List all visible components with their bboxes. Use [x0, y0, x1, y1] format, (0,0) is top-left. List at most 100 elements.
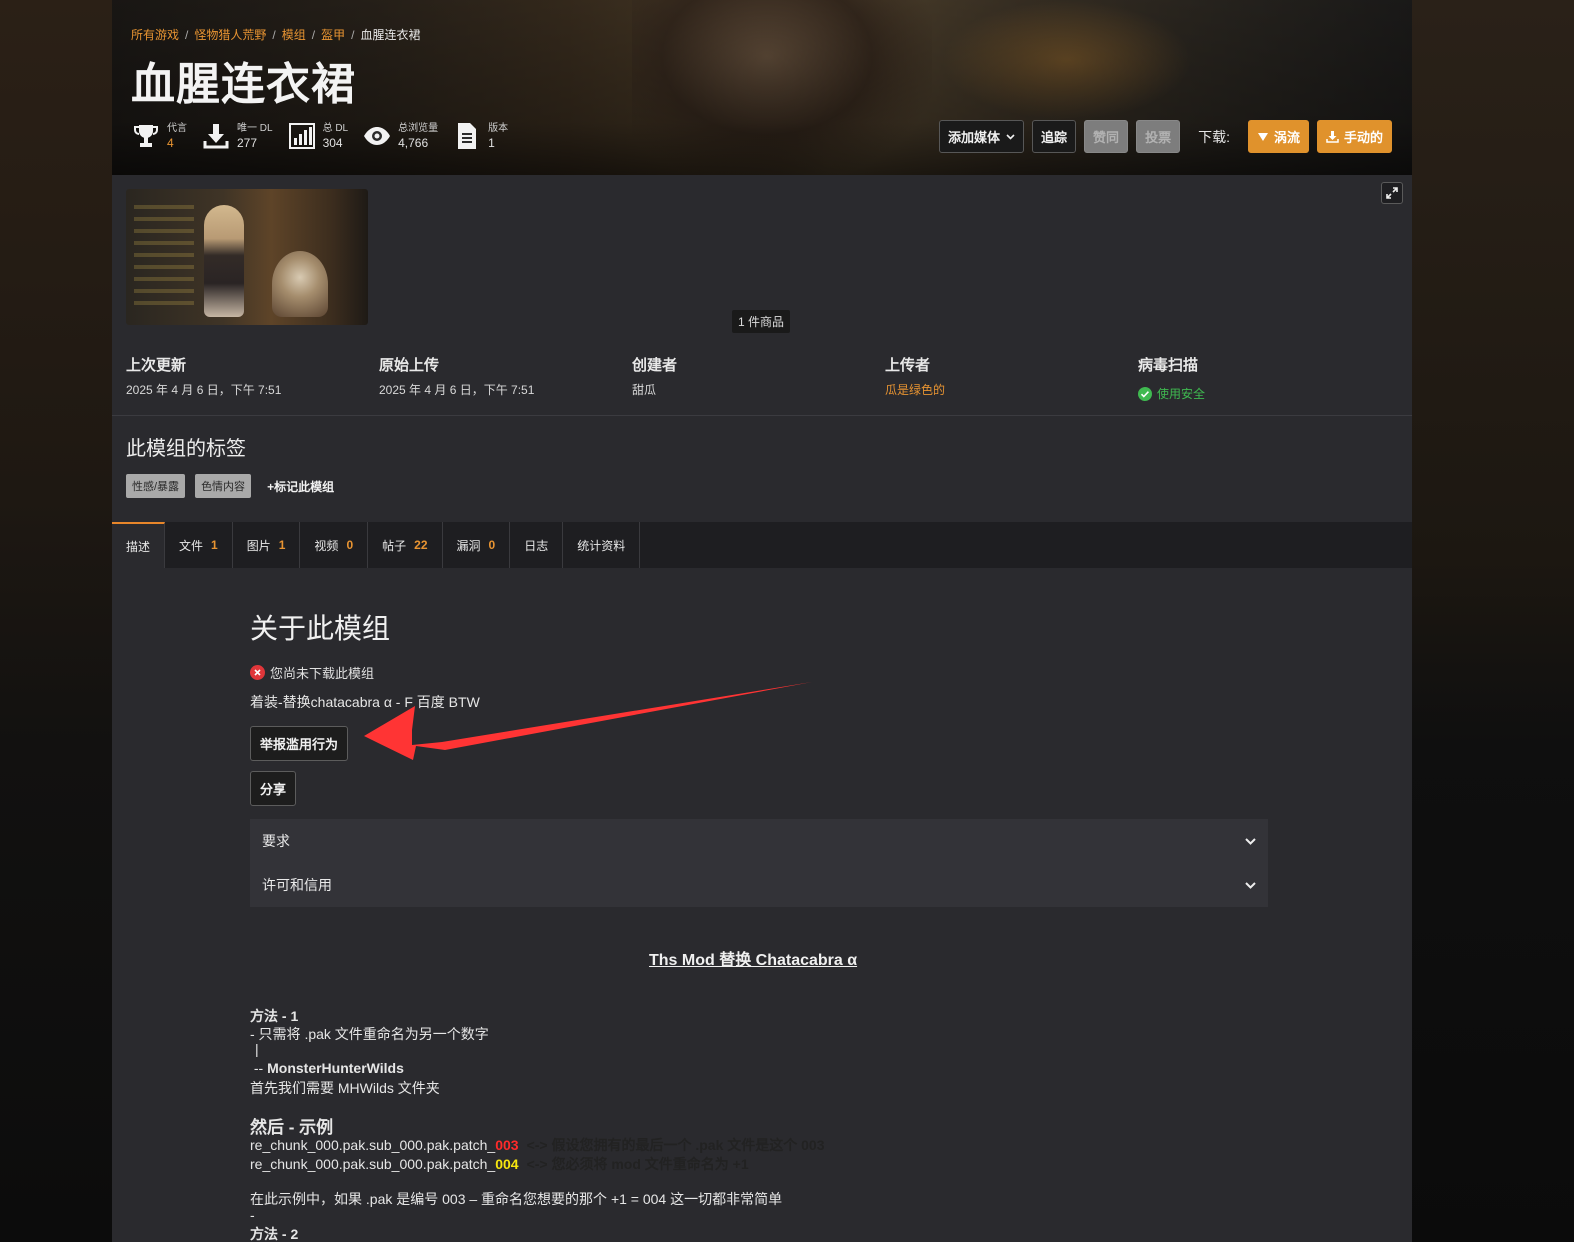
- meta-creator: 创建者 甜瓜: [632, 354, 677, 398]
- stat-value: 304: [322, 136, 343, 150]
- meta-uploader: 上传者 瓜是绿色的: [885, 354, 945, 398]
- trophy-icon: [131, 121, 161, 151]
- method1-line: - 只需将 .pak 文件重命名为另一个数字: [250, 1026, 489, 1042]
- breadcrumb-link-category[interactable]: 盔甲: [321, 28, 345, 42]
- tab-videos[interactable]: 视频 0: [300, 522, 369, 568]
- folder-instruction: 首先我们需要 MHWilds 文件夹: [250, 1080, 440, 1096]
- mod-summary: 着装-替换chatacabra α - F 百度 BTW: [250, 694, 480, 710]
- stat-label: 总 DL: [322, 123, 349, 134]
- meta-label: 上传者: [885, 357, 931, 374]
- page-background-right: [1412, 0, 1574, 1242]
- tab-count: 1: [211, 538, 218, 552]
- folder-line: -- MonsterHunterWilds: [250, 1060, 404, 1076]
- tab-description[interactable]: 描述: [112, 522, 166, 568]
- download-status: 您尚未下载此模组: [250, 663, 1270, 682]
- tab-files[interactable]: 文件 1: [165, 522, 233, 568]
- stat-total-views: 总浏览量 4,766: [362, 121, 438, 151]
- tab-count: 0: [346, 538, 354, 552]
- stat-value: 4,766: [398, 136, 429, 150]
- vortex-icon: [1257, 132, 1269, 142]
- description-heading: Ths Mod 替换 Chatacabra α: [649, 952, 858, 969]
- mod-tabs: 描述 文件 1 图片 1 视频 0 帖子 22 漏洞 0 日志 统计资料: [112, 522, 641, 568]
- stat-label: 版本: [488, 123, 509, 134]
- mod-actions: 添加媒体 追踪 赞同 投票 下载: 涡流 手动的: [931, 120, 1392, 153]
- about-title: 关于此模组: [250, 613, 391, 644]
- report-abuse-button[interactable]: 举报滥用行为: [250, 726, 349, 761]
- divider: [112, 415, 1412, 416]
- uploader-link[interactable]: 瓜是绿色的: [885, 381, 945, 398]
- manual-download-button[interactable]: 手动的: [1316, 120, 1392, 153]
- tag-list: 性感/暴露 色情内容 +标记此模组: [126, 474, 334, 498]
- tag-mod-button[interactable]: +标记此模组: [267, 478, 334, 495]
- check-circle-icon: [1138, 386, 1152, 401]
- tab-count: 22: [414, 538, 428, 552]
- tab-images[interactable]: 图片 1: [232, 522, 301, 568]
- stat-endorsements: 代言 4: [131, 121, 187, 151]
- tag-item[interactable]: 色情内容: [195, 474, 252, 498]
- chevron-down-icon: [1245, 837, 1256, 845]
- about-section: 关于此模组 您尚未下载此模组 着装-替换chatacabra α - F 百度 …: [250, 607, 1270, 806]
- bar-chart-icon: [287, 121, 317, 151]
- tab-bugs[interactable]: 漏洞 0: [442, 522, 511, 568]
- stat-total-downloads: 总 DL 304: [287, 121, 349, 151]
- stat-value: 277: [237, 136, 258, 150]
- example-line-1: re_chunk_000.pak.sub_000.pak.patch_003 <-…: [250, 1137, 825, 1153]
- stat-label: 代言: [167, 123, 187, 134]
- tags-title: 此模组的标签: [126, 438, 246, 460]
- meta-value: 甜瓜: [632, 383, 657, 397]
- example-line-2: re_chunk_000.pak.sub_000.pak.patch_004 <-…: [250, 1156, 749, 1172]
- pipe-char: |: [255, 1041, 259, 1057]
- chevron-down-icon: [1245, 881, 1256, 889]
- stat-label: 唯一 DL: [237, 123, 273, 134]
- breadcrumb-link-game[interactable]: 怪物猎人荒野: [194, 28, 266, 42]
- stat-value: 4: [167, 136, 174, 150]
- meta-value: 2025 年 4 月 6 日，下午 7:51: [126, 383, 282, 397]
- tab-logs[interactable]: 日志: [510, 522, 564, 568]
- expand-icon: [1386, 187, 1398, 199]
- method2-title: 方法 - 2: [250, 1226, 299, 1242]
- breadcrumb-link-all-games[interactable]: 所有游戏: [131, 28, 179, 42]
- vortex-download-button[interactable]: 涡流: [1247, 120, 1309, 153]
- vote-button[interactable]: 投票: [1136, 120, 1181, 153]
- tab-count: 1: [278, 538, 286, 552]
- track-button[interactable]: 追踪: [1032, 120, 1077, 153]
- expand-gallery-button[interactable]: [1381, 182, 1403, 204]
- meta-original-upload: 原始上传 2025 年 4 月 6 日，下午 7:51: [379, 354, 534, 398]
- breadcrumb-link-mods[interactable]: 模组: [282, 28, 306, 42]
- tab-stats[interactable]: 统计资料: [563, 522, 641, 568]
- tab-posts[interactable]: 帖子 22: [368, 522, 443, 568]
- endorse-button[interactable]: 赞同: [1084, 120, 1129, 153]
- download-icon: [1326, 130, 1339, 143]
- meta-label: 病毒扫描: [1138, 357, 1199, 374]
- meta-label: 原始上传: [379, 357, 440, 374]
- stat-version: 版本 1: [452, 121, 508, 151]
- stat-unique-downloads: 唯一 DL 277: [201, 121, 273, 151]
- share-button[interactable]: 分享: [250, 771, 297, 806]
- requirements-accordion[interactable]: 要求: [250, 819, 1268, 863]
- meta-value: 2025 年 4 月 6 日，下午 7:51: [379, 383, 535, 397]
- page-background-left: [0, 0, 112, 1242]
- virus-scan-status[interactable]: 使用安全: [1138, 385, 1205, 402]
- stat-label: 总浏览量: [398, 123, 439, 134]
- meta-last-updated: 上次更新 2025 年 4 月 6 日，下午 7:51: [126, 354, 281, 398]
- eye-icon: [362, 121, 392, 151]
- gallery-counter: 1 件商品: [732, 310, 791, 333]
- gallery-thumbnail[interactable]: [126, 189, 368, 325]
- breadcrumb-current: 血腥连衣裙: [360, 28, 421, 42]
- mod-page: 所有游戏 / 怪物猎人荒野 / 模组 / 盔甲 / 血腥连衣裙 血腥连衣裙 代言 4 唯一 DL 2…: [112, 0, 1412, 1242]
- download-icon: [201, 121, 231, 151]
- document-icon: [452, 121, 482, 151]
- tag-item[interactable]: 性感/暴露: [126, 474, 186, 498]
- meta-virus-scan: 病毒扫描 使用安全: [1138, 354, 1205, 402]
- permissions-accordion[interactable]: 许可和信用: [250, 863, 1268, 907]
- mod-stats: 代言 4 唯一 DL 277 总 DL 304 总浏览量 4,766 版本 1: [131, 121, 522, 151]
- dash-line: -: [250, 1207, 255, 1223]
- add-media-button[interactable]: 添加媒体: [939, 120, 1025, 153]
- page-title: 血腥连衣裙: [131, 60, 356, 109]
- example-explanation: 在此示例中，如果 .pak 是编号 003 – 重命名您想要的那个 +1 = 0…: [250, 1191, 783, 1207]
- error-circle-icon: [250, 665, 265, 680]
- stat-value: 1: [488, 136, 495, 150]
- tab-count: 0: [488, 538, 496, 552]
- mod-meta: 上次更新 2025 年 4 月 6 日，下午 7:51 原始上传 2025 年 …: [126, 354, 1406, 406]
- chevron-down-icon: [1006, 133, 1015, 140]
